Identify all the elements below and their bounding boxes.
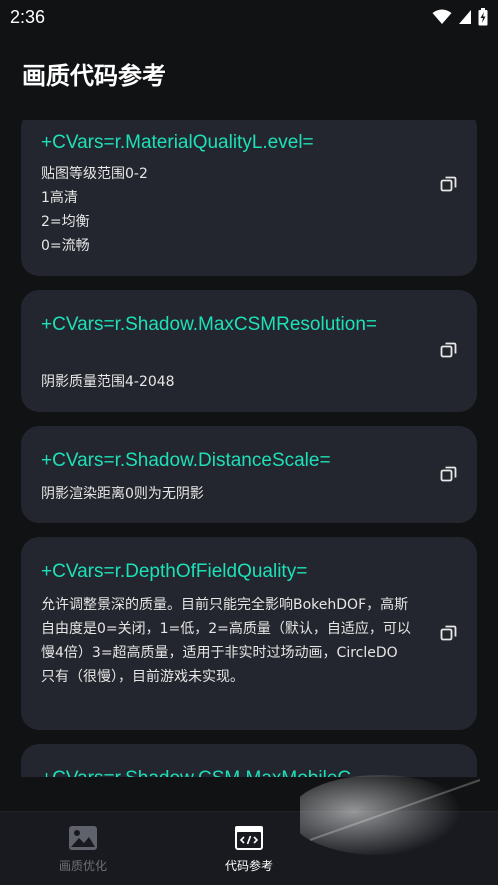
copy-button[interactable] xyxy=(435,619,463,647)
status-icons xyxy=(432,8,488,26)
code-card: +CVars=r.Shadow.MaxCSMResolution= 阴影质量范围… xyxy=(21,290,477,412)
copy-icon xyxy=(440,342,457,358)
nav-item-code-reference[interactable]: 代码参考 xyxy=(166,812,332,885)
code-card-title: +CVars=r.Shadow.DistanceScale= xyxy=(41,450,331,471)
code-card-description: 阴影渲染距离0则为无阴影 xyxy=(41,486,204,502)
battery-icon xyxy=(478,8,488,26)
code-card: +CVars=r.DepthOfFieldQuality= 允许调整景深的质量。… xyxy=(21,537,477,730)
code-card-description: 允许调整景深的质量。目前只能完全影响BokehDOF，高斯自由度是0=关闭，1=… xyxy=(41,597,411,685)
signal-icon xyxy=(459,10,471,24)
code-card-title: +CVars=r.Shadow.MaxCSMResolution= xyxy=(41,314,378,335)
code-card-description: 贴图等级范围0-2 1高清 2=均衡 0=流畅 xyxy=(41,166,148,254)
code-reference-list[interactable]: +CVars=r.MaterialQualityL.evel= 贴图等级范围0-… xyxy=(0,120,498,777)
status-bar: 2:36 xyxy=(0,0,498,34)
copy-icon xyxy=(440,625,457,641)
nav-label: 画质优化 xyxy=(58,858,107,873)
nav-item-quality-optimize[interactable]: 画质优化 xyxy=(0,812,166,885)
copy-icon xyxy=(440,176,457,192)
status-time: 2:36 xyxy=(10,6,46,27)
copy-button[interactable] xyxy=(435,460,463,488)
image-icon xyxy=(69,825,97,850)
copy-button[interactable] xyxy=(435,336,463,364)
code-card: +CVars=r.Shadow.DistanceScale= 阴影渲染距离0则为… xyxy=(21,426,477,523)
code-card-title: +CVars=r.Shadow.CSM.MaxMobileC xyxy=(41,766,411,777)
copy-button[interactable] xyxy=(435,170,463,198)
code-card: +CVars=r.MaterialQualityL.evel= 贴图等级范围0-… xyxy=(21,120,477,276)
code-icon xyxy=(235,825,263,850)
code-card-title: +CVars=r.MaterialQualityL.evel= xyxy=(41,132,314,153)
nav-label: 代码参考 xyxy=(224,858,273,873)
wifi-icon xyxy=(432,9,452,24)
page-title: 画质代码参考 xyxy=(22,62,166,90)
copy-icon xyxy=(440,466,457,482)
code-card-description: 阴影质量范围4-2048 xyxy=(41,374,175,390)
code-card-title: +CVars=r.DepthOfFieldQuality= xyxy=(41,561,308,582)
bottom-nav: 画质优化 代码参考 xyxy=(0,811,498,885)
code-card: +CVars=r.Shadow.CSM.MaxMobileC xyxy=(21,744,477,777)
